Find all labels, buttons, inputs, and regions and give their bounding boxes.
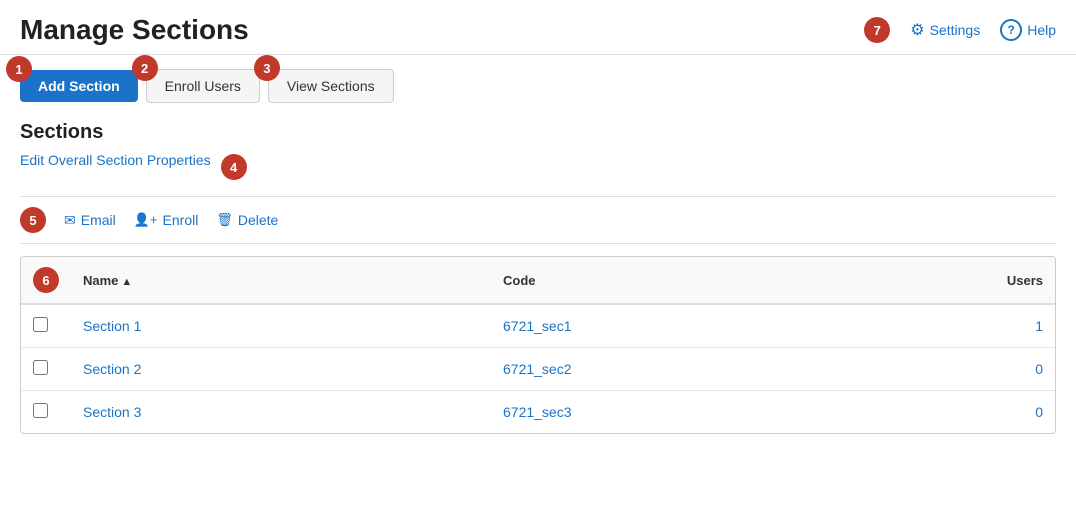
table-row: Section 3 6721_sec3 0 [21,391,1055,434]
email-label: Email [81,212,116,228]
enroll-icon: 👤+ [134,212,158,228]
top-bar: Manage Sections 7 Settings Help [0,0,1076,55]
sections-heading: Sections [20,121,1056,144]
row-name-1: Section 1 [71,304,491,348]
table-header-checkbox-cell: 6 [21,257,71,304]
sort-arrow-name: ▲ [121,276,132,288]
code-link-1[interactable]: 6721_sec1 [503,318,572,334]
row-checkbox-3[interactable] [33,403,48,418]
row-users-3: 0 [871,391,1055,434]
delete-button[interactable]: 🗑 Delete [216,212,278,228]
page-title: Manage Sections [20,14,249,46]
step-badge-4: 4 [221,154,247,180]
table-row: Section 1 6721_sec1 1 [21,304,1055,348]
table-header-name[interactable]: Name▲ [71,257,491,304]
row-checkbox-2[interactable] [33,360,48,375]
row-name-3: Section 3 [71,391,491,434]
step-badge-3: 3 [254,55,280,81]
row-checkbox-cell-2 [21,348,71,391]
step-badge-6: 6 [33,267,59,293]
enroll-label: Enroll [163,212,199,228]
step-badge-7: 7 [864,17,890,43]
row-code-3: 6721_sec3 [491,391,871,434]
edit-overall-section-link[interactable]: Edit Overall Section Properties [20,152,211,168]
section-link-3[interactable]: Section 3 [83,404,141,420]
add-section-wrap: 1 Add Section [20,70,138,102]
view-sections-button[interactable]: View Sections [268,69,394,103]
row-name-2: Section 2 [71,348,491,391]
gear-icon [910,20,924,40]
step-badge-1: 1 [6,56,32,82]
enroll-button[interactable]: 👤+ Enroll [134,212,199,228]
table-row: Section 2 6721_sec2 0 [21,348,1055,391]
enroll-users-wrap: 2 Enroll Users [146,69,260,103]
view-sections-wrap: 3 View Sections [268,69,394,103]
sections-table: 6 Name▲ Code Users Section 1 6721_sec1 [21,257,1055,433]
top-right-actions: 7 Settings Help [864,17,1056,43]
row-users-1: 1 [871,304,1055,348]
email-icon [64,212,76,229]
row-code-1: 6721_sec1 [491,304,871,348]
help-icon [1000,19,1022,41]
enroll-users-button[interactable]: Enroll Users [146,69,260,103]
delete-icon: 🗑 [216,212,233,228]
settings-link[interactable]: Settings [910,20,980,40]
content-area: 1 Add Section 2 Enroll Users 3 View Sect… [0,55,1076,448]
row-checkbox-1[interactable] [33,317,48,332]
table-header-row: 6 Name▲ Code Users [21,257,1055,304]
email-button[interactable]: Email [64,212,116,229]
table-header-code[interactable]: Code [491,257,871,304]
add-section-button[interactable]: Add Section [20,70,138,102]
action-row: 5 Email 👤+ Enroll 🗑 Delete [20,196,1056,244]
section-link-1[interactable]: Section 1 [83,318,141,334]
step-badge-5: 5 [20,207,46,233]
row-code-2: 6721_sec2 [491,348,871,391]
settings-label: Settings [930,22,981,38]
delete-label: Delete [238,212,278,228]
section-link-2[interactable]: Section 2 [83,361,141,377]
row-checkbox-cell-1 [21,304,71,348]
sections-table-container: 6 Name▲ Code Users Section 1 6721_sec1 [20,256,1056,434]
help-link[interactable]: Help [1000,19,1056,41]
row-users-2: 0 [871,348,1055,391]
row-checkbox-cell-3 [21,391,71,434]
step-badge-2: 2 [132,55,158,81]
help-label: Help [1027,22,1056,38]
code-link-2[interactable]: 6721_sec2 [503,361,572,377]
toolbar-row: 1 Add Section 2 Enroll Users 3 View Sect… [20,69,1056,103]
table-body: Section 1 6721_sec1 1 Section 2 6721_sec… [21,304,1055,433]
table-header-users[interactable]: Users [871,257,1055,304]
code-link-3[interactable]: 6721_sec3 [503,404,572,420]
